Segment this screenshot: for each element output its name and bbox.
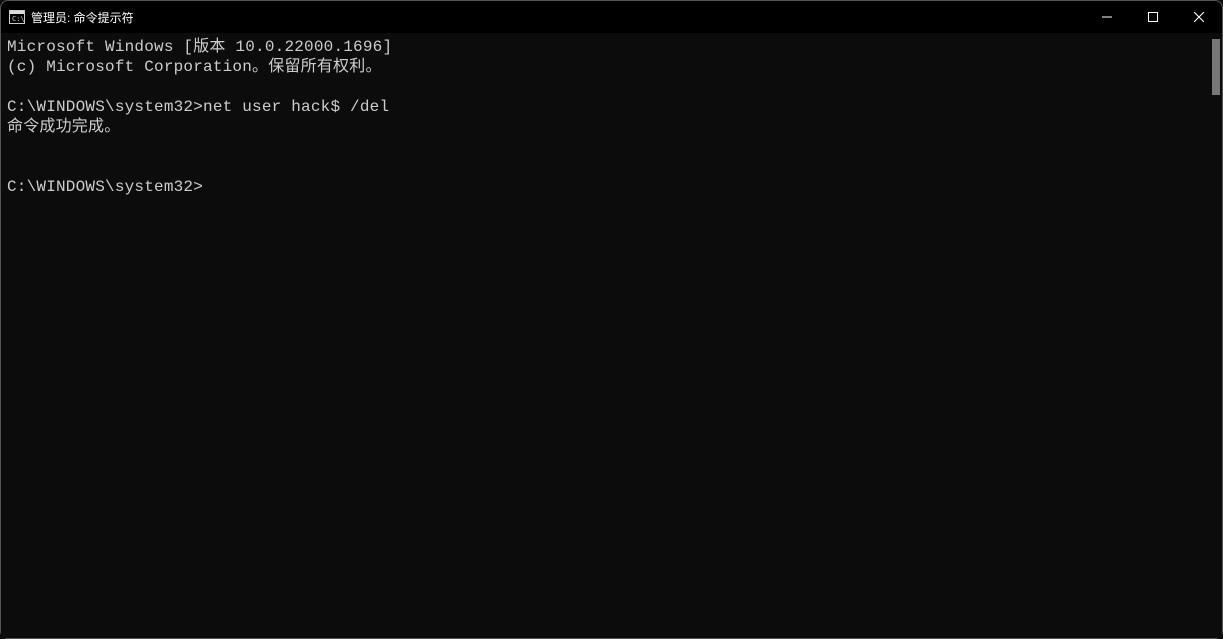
window-controls <box>1084 1 1222 33</box>
maximize-button[interactable] <box>1130 1 1176 33</box>
terminal-output: Microsoft Windows [版本 10.0.22000.1696] (… <box>7 37 1216 197</box>
output-1: 命令成功完成。 <box>7 118 120 136</box>
banner-line-1: Microsoft Windows [版本 10.0.22000.1696] <box>7 38 392 56</box>
close-button[interactable] <box>1176 1 1222 33</box>
svg-text:C:\: C:\ <box>12 15 25 23</box>
titlebar[interactable]: C:\ 管理员: 命令提示符 <box>1 1 1222 33</box>
minimize-button[interactable] <box>1084 1 1130 33</box>
cmd-icon: C:\ <box>9 10 25 24</box>
terminal-area[interactable]: Microsoft Windows [版本 10.0.22000.1696] (… <box>1 33 1222 638</box>
prompt-1: C:\WINDOWS\system32> <box>7 98 203 116</box>
command-1: net user hack$ /del <box>203 98 389 116</box>
scrollbar-thumb[interactable] <box>1212 39 1220 95</box>
titlebar-left: C:\ 管理员: 命令提示符 <box>9 9 134 26</box>
banner-line-2: (c) Microsoft Corporation。保留所有权利。 <box>7 58 382 76</box>
window-title: 管理员: 命令提示符 <box>31 9 134 26</box>
prompt-2: C:\WINDOWS\system32> <box>7 178 203 196</box>
